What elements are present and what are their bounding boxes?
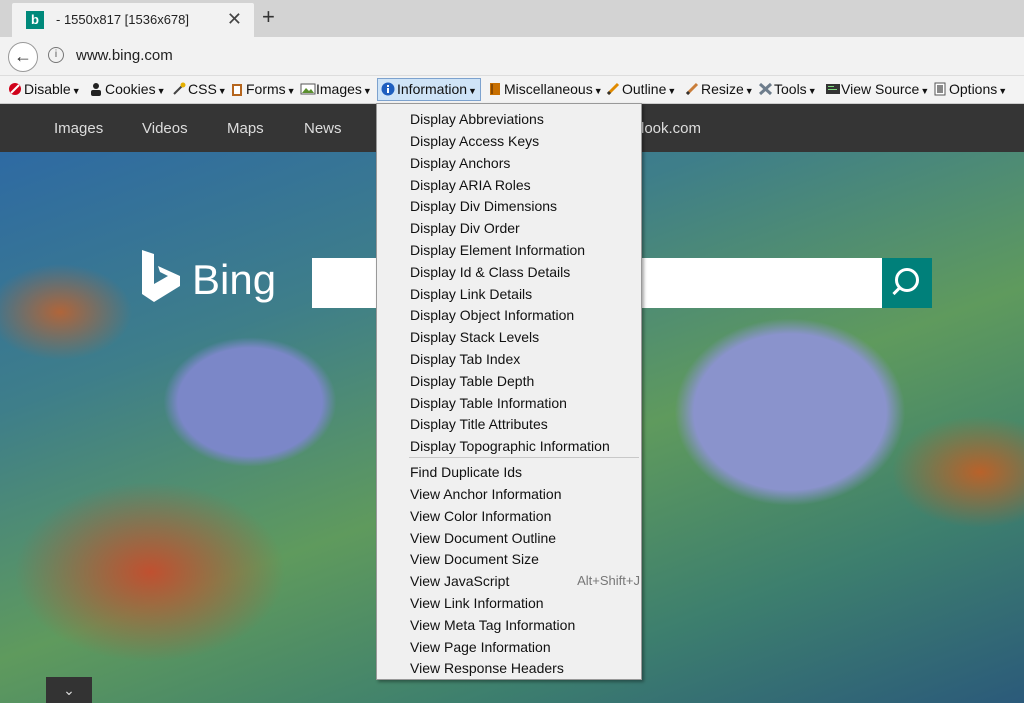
- css-menu-button[interactable]: CSS▼: [172, 79, 227, 99]
- nav-outlook-link[interactable]: look.com: [641, 120, 701, 137]
- resize-menu-button[interactable]: Resize▼: [685, 79, 754, 99]
- close-tab-icon[interactable]: ✕: [227, 9, 242, 30]
- menu-item-view-meta-tag-information[interactable]: View Meta Tag Information: [410, 614, 575, 636]
- forms-clipboard-icon: [230, 81, 244, 96]
- menu-item-display-access-keys[interactable]: Display Access Keys: [410, 130, 539, 152]
- view-source-icon: [825, 81, 840, 95]
- options-icon: [933, 81, 947, 96]
- information-label: Information: [397, 81, 468, 97]
- browser-tab[interactable]: b - 1550x817 [1536x678] ✕: [12, 3, 254, 37]
- css-label: CSS: [188, 81, 217, 97]
- back-arrow-icon[interactable]: ←: [8, 42, 38, 72]
- resize-label: Resize: [701, 81, 744, 97]
- bing-favicon-icon: b: [26, 11, 44, 29]
- new-tab-icon[interactable]: +: [262, 4, 275, 30]
- disable-icon: [8, 81, 22, 95]
- information-icon: [381, 81, 395, 96]
- nav-news-link[interactable]: News: [304, 120, 342, 137]
- menu-item-view-document-outline[interactable]: View Document Outline: [410, 527, 556, 549]
- search-button[interactable]: [882, 258, 932, 308]
- outline-menu-button[interactable]: Outline▼: [606, 79, 676, 99]
- menu-item-display-title-attributes[interactable]: Display Title Attributes: [410, 413, 548, 435]
- menu-item-view-color-information[interactable]: View Color Information: [410, 505, 551, 527]
- menu-item-display-stack-levels[interactable]: Display Stack Levels: [410, 326, 539, 348]
- images-picture-icon: [300, 81, 316, 95]
- images-menu-button[interactable]: Images▼: [300, 79, 372, 99]
- url-field[interactable]: www.bing.com: [76, 47, 173, 64]
- disable-label: Disable: [24, 81, 71, 97]
- cookie-person-icon: [89, 81, 103, 96]
- nav-images-link[interactable]: Images: [54, 120, 103, 137]
- menu-item-view-link-information[interactable]: View Link Information: [410, 592, 544, 614]
- view-source-menu-button[interactable]: View Source▼: [825, 79, 929, 99]
- outline-label: Outline: [622, 81, 667, 97]
- miscellaneous-menu-button[interactable]: Miscellaneous▼: [488, 79, 603, 99]
- nav-videos-link[interactable]: Videos: [142, 120, 188, 137]
- bing-b-icon: [138, 248, 182, 317]
- disable-menu-button[interactable]: Disable▼: [8, 79, 81, 99]
- menu-item-view-javascript[interactable]: View JavaScript Alt+Shift+J: [410, 570, 640, 592]
- tools-label: Tools: [774, 81, 807, 97]
- images-label: Images: [316, 81, 362, 97]
- css-wand-icon: [172, 81, 186, 95]
- options-label: Options: [949, 81, 998, 97]
- address-bar: ← i www.bing.com: [0, 37, 1024, 76]
- menu-item-view-page-information[interactable]: View Page Information: [410, 636, 551, 658]
- information-dropdown-menu: Display Abbreviations Display Access Key…: [376, 103, 642, 680]
- menu-item-display-tab-index[interactable]: Display Tab Index: [410, 348, 520, 370]
- tab-strip: b - 1550x817 [1536x678] ✕ +: [0, 0, 1024, 37]
- forms-label: Forms: [246, 81, 286, 97]
- nav-maps-link[interactable]: Maps: [227, 120, 264, 137]
- cookies-label: Cookies: [105, 81, 156, 97]
- forms-menu-button[interactable]: Forms▼: [230, 79, 296, 99]
- bing-wordmark: Bing: [192, 256, 277, 303]
- menu-item-view-response-headers[interactable]: View Response Headers: [410, 657, 564, 679]
- site-info-icon[interactable]: i: [48, 47, 64, 63]
- miscellaneous-book-icon: [488, 81, 502, 95]
- menu-item-display-object-information[interactable]: Display Object Information: [410, 304, 574, 326]
- menu-item-view-anchor-information[interactable]: View Anchor Information: [410, 483, 562, 505]
- tab-title: - 1550x817 [1536x678]: [56, 12, 189, 27]
- menu-item-find-duplicate-ids[interactable]: Find Duplicate Ids: [410, 461, 522, 483]
- menu-item-display-table-depth[interactable]: Display Table Depth: [410, 370, 534, 392]
- menu-separator: [409, 457, 639, 458]
- miscellaneous-label: Miscellaneous: [504, 81, 593, 97]
- menu-item-display-id-class-details[interactable]: Display Id & Class Details: [410, 261, 570, 283]
- menu-item-display-div-order[interactable]: Display Div Order: [410, 217, 520, 239]
- menu-item-display-element-information[interactable]: Display Element Information: [410, 239, 585, 261]
- menu-item-display-abbreviations[interactable]: Display Abbreviations: [410, 108, 544, 130]
- scroll-down-button[interactable]: ⌄: [46, 677, 92, 703]
- tools-icon: [758, 81, 773, 96]
- view-source-label: View Source: [841, 81, 920, 97]
- menu-item-display-aria-roles[interactable]: Display ARIA Roles: [410, 174, 531, 196]
- information-menu-button[interactable]: Information▼: [377, 78, 481, 101]
- cookies-menu-button[interactable]: Cookies▼: [89, 79, 166, 99]
- tools-menu-button[interactable]: Tools▼: [758, 79, 817, 99]
- web-developer-toolbar: Disable▼ Cookies▼ CSS▼ Forms▼ Images▼ In…: [0, 76, 1024, 104]
- menu-item-display-table-information[interactable]: Display Table Information: [410, 392, 567, 414]
- menu-item-display-div-dimensions[interactable]: Display Div Dimensions: [410, 195, 557, 217]
- options-menu-button[interactable]: Options▼: [933, 79, 1007, 99]
- javascript-shortcut: Alt+Shift+J: [577, 573, 640, 588]
- menu-item-display-anchors[interactable]: Display Anchors: [410, 152, 510, 174]
- outline-pencil-icon: [606, 81, 620, 96]
- resize-pencil-icon: [685, 81, 699, 96]
- menu-item-display-topographic-information[interactable]: Display Topographic Information: [410, 435, 610, 457]
- menu-item-display-link-details[interactable]: Display Link Details: [410, 283, 532, 305]
- menu-item-view-document-size[interactable]: View Document Size: [410, 548, 539, 570]
- menu-item-view-javascript-label: View JavaScript: [410, 573, 510, 589]
